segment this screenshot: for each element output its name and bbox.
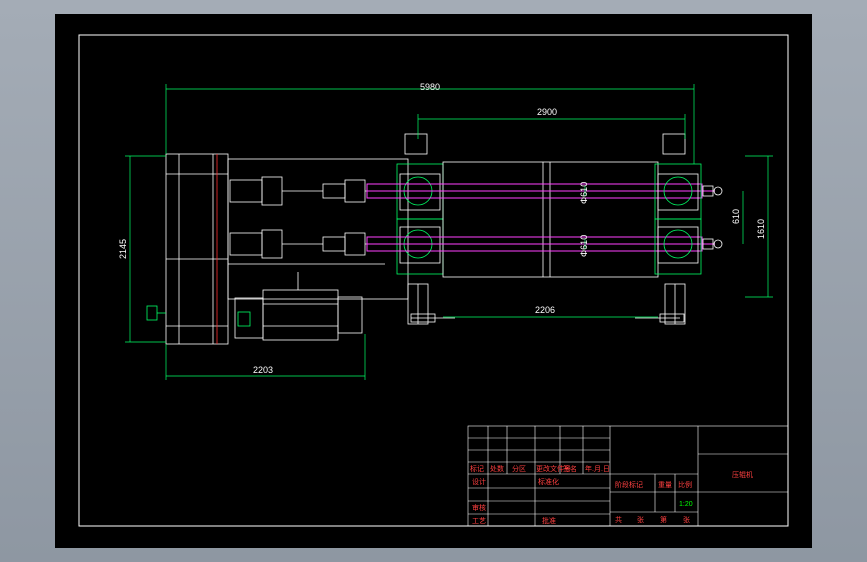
tb-label-zone: 分区 — [512, 464, 526, 473]
tb-review: 审核 — [472, 503, 486, 512]
dim-overall-length: 5980 — [420, 82, 440, 92]
motor — [234, 272, 363, 341]
bearing-detail-right — [654, 163, 702, 275]
tb-process: 工艺 — [472, 517, 486, 525]
bearing-detail-left — [396, 163, 444, 275]
tb-sheet-total: 共 — [615, 515, 622, 524]
tb-label-date: 年.月.日 — [585, 464, 610, 473]
tb-label-sign: 签名 — [563, 464, 577, 473]
drawing-sheet: 5980 2900 2145 1610 610 Φ610 Φ610 2206 2… — [55, 14, 812, 548]
bearing-housing-left — [399, 133, 441, 325]
tb-weight: 重量 — [658, 481, 672, 489]
dim-base-length: 2203 — [253, 365, 273, 375]
base-rails — [410, 313, 685, 323]
dim-roll-dia-bottom: Φ610 — [579, 235, 589, 257]
coupling-left — [146, 305, 251, 327]
dim-roll-span: 2206 — [535, 305, 555, 315]
tb-approve: 批准 — [542, 516, 556, 525]
hydraulic-fittings — [702, 185, 723, 250]
dim-right-width: 1610 — [756, 219, 766, 239]
cad-viewport[interactable]: 5980 2900 2145 1610 610 Φ610 Φ610 2206 2… — [0, 0, 867, 562]
roller-body — [442, 161, 659, 278]
roller-shafts — [366, 183, 715, 252]
tb-label-mark: 标记 — [470, 464, 484, 473]
dim-roll-dia-top: Φ610 — [579, 182, 589, 204]
tb-drawing-title: 压辊机 — [732, 470, 753, 479]
dim-center-distance: 610 — [731, 209, 741, 224]
drawing-frame — [78, 34, 789, 527]
base-frame — [165, 153, 409, 345]
tb-design: 设计 — [472, 477, 486, 486]
cad-drawing: 5980 2900 2145 1610 610 Φ610 Φ610 2206 2… — [78, 34, 789, 527]
tb-sheet-no: 第 — [660, 515, 667, 524]
tb-scale-value: 1:20 — [679, 501, 693, 508]
tb-sheet-unit-2: 张 — [683, 515, 690, 524]
dimension-lines — [125, 84, 773, 380]
tb-standardization: 标准化 — [538, 477, 559, 486]
tb-stage-mark: 阶段标记 — [615, 480, 643, 489]
tb-sheet-unit-1: 张 — [637, 515, 644, 524]
bearing-housing-right — [657, 133, 699, 325]
tb-scale: 比例 — [678, 480, 692, 489]
tb-label-count: 处数 — [490, 464, 504, 473]
dim-roll-length: 2900 — [537, 107, 557, 117]
dim-left-height: 2145 — [118, 239, 128, 259]
